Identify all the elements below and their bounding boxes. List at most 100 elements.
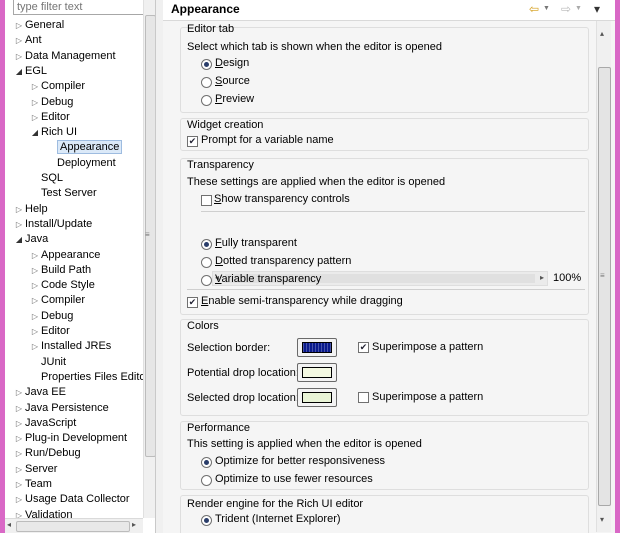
radio-label[interactable]: Design	[215, 57, 249, 69]
forward-menu-chevron-icon[interactable]: ▼	[575, 0, 582, 18]
radio-button[interactable]	[201, 475, 212, 486]
collapse-arrow-icon[interactable]: ◢	[29, 125, 41, 140]
collapse-arrow-icon[interactable]: ◢	[13, 232, 25, 247]
tree-item[interactable]: ▷ General	[13, 18, 64, 33]
scroll-down-arrow-icon[interactable]: ▾	[600, 515, 604, 524]
expand-arrow-icon[interactable]: ▷	[29, 339, 41, 354]
radio-button[interactable]	[201, 257, 212, 268]
superimpose-pattern-label[interactable]: Superimpose a pattern	[372, 391, 483, 403]
tree-item[interactable]: ◢ EGL	[13, 64, 47, 79]
tree-item[interactable]: ▷ Editor	[29, 110, 70, 125]
tree-item[interactable]: ▷ Code Style	[29, 278, 95, 293]
radio-button[interactable]	[201, 275, 212, 286]
superimpose-pattern-checkbox[interactable]	[358, 392, 369, 403]
expand-arrow-icon[interactable]: ▷	[13, 217, 25, 232]
radio-button[interactable]	[201, 457, 212, 468]
prompt-variable-label[interactable]: Prompt for a variable name	[201, 134, 334, 146]
tree-item[interactable]: Test Server	[29, 186, 97, 201]
tree-item[interactable]: ▷ Server	[13, 462, 57, 477]
expand-arrow-icon[interactable]: ▷	[13, 446, 25, 461]
scroll-right-arrow-icon[interactable]: ▸	[132, 520, 136, 529]
tree-item[interactable]: ▷ Debug	[29, 95, 74, 110]
tree-item[interactable]: ▷ Compiler	[29, 79, 85, 94]
radio-label[interactable]: Source	[215, 75, 250, 87]
radio-label[interactable]: Optimize to use fewer resources	[215, 473, 373, 485]
expand-arrow-icon[interactable]: ▷	[13, 416, 25, 431]
tree-item[interactable]: ◢ Java	[13, 232, 48, 247]
radio-button[interactable]	[201, 239, 212, 250]
tree-item[interactable]: ▷ Editor	[29, 324, 70, 339]
sash[interactable]	[156, 0, 163, 533]
expand-arrow-icon[interactable]: ▷	[13, 202, 25, 217]
expand-arrow-icon[interactable]: ▷	[13, 49, 25, 64]
expand-arrow-icon[interactable]: ▷	[29, 248, 41, 263]
back-arrow-icon[interactable]: ⇦	[529, 0, 539, 18]
expand-arrow-icon[interactable]: ▷	[29, 309, 41, 324]
scroll-up-arrow-icon[interactable]: ▴	[600, 29, 604, 38]
expand-arrow-icon[interactable]: ▷	[29, 293, 41, 308]
expand-arrow-icon[interactable]: ▷	[13, 33, 25, 48]
expand-arrow-icon[interactable]: ▷	[29, 278, 41, 293]
tree-item[interactable]: ▷ Usage Data Collector	[13, 492, 130, 507]
tree-item[interactable]: Deployment	[45, 156, 116, 171]
expand-arrow-icon[interactable]: ▷	[29, 79, 41, 94]
tree-horizontal-scroll-thumb[interactable]	[16, 521, 130, 532]
tree-vertical-scrollbar[interactable]: ≡	[143, 0, 155, 518]
expand-arrow-icon[interactable]: ▷	[13, 385, 25, 400]
page-vertical-scrollbar[interactable]: ▴ ≡ ▾	[596, 21, 611, 532]
tree-item[interactable]: ▷ Build Path	[29, 263, 91, 278]
radio-label[interactable]: Optimize for better responsiveness	[215, 455, 385, 467]
expand-arrow-icon[interactable]: ▷	[13, 18, 25, 33]
potential-drop-color-button[interactable]	[297, 363, 337, 382]
tree-item[interactable]: ▷ Java EE	[13, 385, 66, 400]
show-transparency-controls-label[interactable]: Show transparency controls	[214, 193, 350, 205]
tree-item[interactable]: ▷ JavaScript	[13, 416, 76, 431]
tree-item[interactable]: Properties Files Edito	[29, 370, 146, 385]
tree-item[interactable]: ▷ Java Persistence	[13, 401, 109, 416]
forward-arrow-icon[interactable]: ⇨	[561, 0, 571, 18]
scroll-left-arrow-icon[interactable]: ◂	[7, 520, 11, 529]
tree-item[interactable]: JUnit	[29, 355, 66, 370]
tree-horizontal-scrollbar[interactable]: ◂ ▸	[5, 518, 143, 533]
tree-item[interactable]: ▷ Data Management	[13, 49, 116, 64]
tree-item[interactable]: SQL	[29, 171, 63, 186]
radio-button[interactable]	[201, 59, 212, 70]
back-menu-chevron-icon[interactable]: ▼	[543, 0, 550, 18]
view-menu-chevron-icon[interactable]: ▾	[594, 0, 600, 18]
tree-item[interactable]: ▷ Debug	[29, 309, 74, 324]
expand-arrow-icon[interactable]: ▷	[13, 492, 25, 507]
collapse-arrow-icon[interactable]: ◢	[13, 64, 25, 79]
semi-transparency-label[interactable]: Enable semi-transparency while dragging	[201, 295, 403, 307]
radio-button[interactable]	[201, 77, 212, 88]
tree-item[interactable]: ▷ Appearance	[29, 248, 100, 263]
radio-button[interactable]	[201, 515, 212, 526]
selected-drop-color-button[interactable]	[297, 388, 337, 407]
expand-arrow-icon[interactable]: ▷	[13, 401, 25, 416]
tree-item[interactable]: ◢ Rich UI	[29, 125, 77, 140]
radio-label[interactable]: Preview	[215, 93, 254, 105]
expand-arrow-icon[interactable]: ▷	[13, 431, 25, 446]
superimpose-pattern-checkbox[interactable]: ✔	[358, 342, 369, 353]
tree-item[interactable]: ▷ Help	[13, 202, 48, 217]
tree-item[interactable]: ▷ Installed JREs	[29, 339, 111, 354]
tree-item[interactable]: ▷ Install/Update	[13, 217, 92, 232]
page-vertical-scroll-thumb[interactable]	[598, 67, 611, 506]
radio-label[interactable]: Fully transparent	[215, 237, 297, 249]
radio-label[interactable]: Trident (Internet Explorer)	[215, 513, 341, 525]
filter-input[interactable]	[13, 0, 149, 15]
radio-button[interactable]	[201, 95, 212, 106]
expand-arrow-icon[interactable]: ▷	[13, 462, 25, 477]
expand-arrow-icon[interactable]: ▷	[29, 324, 41, 339]
tree-item[interactable]: ▷ Run/Debug	[13, 446, 81, 461]
expand-arrow-icon[interactable]: ▷	[29, 263, 41, 278]
tree-item[interactable]: ▷ Plug-in Development	[13, 431, 127, 446]
superimpose-pattern-label[interactable]: Superimpose a pattern	[372, 341, 483, 353]
tree-item[interactable]: ▷ Ant	[13, 33, 42, 48]
tree-item[interactable]: ▷ Team	[13, 477, 52, 492]
selection-border-color-button[interactable]	[297, 338, 337, 357]
scale-right-arrow-icon[interactable]: ▸	[540, 273, 544, 282]
prompt-variable-checkbox[interactable]: ✔	[187, 136, 198, 147]
expand-arrow-icon[interactable]: ▷	[29, 95, 41, 110]
radio-label[interactable]: Variable transparency	[215, 273, 321, 285]
show-transparency-controls-checkbox[interactable]	[201, 195, 212, 206]
